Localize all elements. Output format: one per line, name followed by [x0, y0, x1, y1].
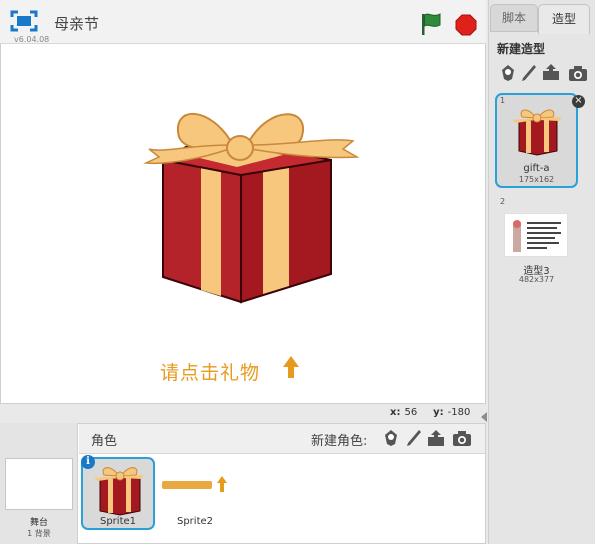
- new-costume-label: 新建造型: [497, 42, 546, 56]
- new-sprite-label: 新建角色:: [311, 434, 368, 449]
- costume2-thumbnail: [513, 220, 561, 252]
- info-icon[interactable]: i: [81, 455, 95, 469]
- stop-icon[interactable]: [455, 14, 477, 36]
- gift-sprite-image[interactable]: [1, 45, 485, 403]
- sprite2-thumbnail: [162, 476, 227, 492]
- sprite1-thumbnail: [94, 467, 144, 516]
- camera-icon[interactable]: [452, 430, 472, 448]
- costume1-name: gift-a: [523, 163, 550, 174]
- backdrop-count: 1 背景: [27, 529, 51, 538]
- paint-costume-icon[interactable]: [519, 64, 539, 82]
- sprite2-name: Sprite2: [176, 516, 214, 527]
- sprite1-name: Sprite1: [99, 516, 137, 527]
- costume1-thumbnail: [512, 109, 562, 156]
- choose-costume-from-library-icon[interactable]: [498, 64, 518, 82]
- delete-icon[interactable]: ×: [572, 95, 585, 108]
- costume1-size: 175x162: [518, 175, 555, 184]
- stage-canvas[interactable]: [1, 45, 485, 403]
- upload-icon[interactable]: [426, 429, 446, 447]
- costume-tile-costume3[interactable]: [504, 213, 568, 257]
- sprites-label: 角色: [91, 434, 118, 449]
- y-label: y:: [433, 407, 444, 418]
- y-value: -180: [447, 407, 471, 418]
- collapse-stage-icon[interactable]: [480, 408, 488, 422]
- choose-from-library-icon[interactable]: [381, 429, 401, 447]
- green-flag-icon[interactable]: [420, 12, 442, 36]
- stage-label: 舞台: [29, 518, 48, 528]
- costume2-size: 482x377: [518, 275, 555, 284]
- project-title: 母亲节: [54, 15, 100, 33]
- up-arrow-icon: [280, 354, 302, 380]
- tab-scripts[interactable]: 脚本: [490, 4, 538, 32]
- paint-icon[interactable]: [404, 429, 424, 447]
- costume1-index: 1: [500, 96, 506, 105]
- x-label: x:: [390, 407, 401, 418]
- tab-costumes[interactable]: 造型: [538, 4, 590, 34]
- costume2-index: 2: [500, 197, 506, 206]
- upload-costume-icon[interactable]: [541, 63, 561, 81]
- x-value: 56: [404, 407, 418, 418]
- sprites-header: [79, 424, 485, 454]
- sprite-tile-sprite2[interactable]: [160, 472, 232, 498]
- version-label: v6.04.08: [14, 35, 50, 44]
- stage-thumbnail[interactable]: [5, 458, 73, 510]
- mouse-coordinates: x: 56 y: -180: [390, 407, 470, 418]
- hint-text: 请点击礼物: [160, 362, 261, 384]
- costume-camera-icon[interactable]: [568, 65, 588, 83]
- fullscreen-icon[interactable]: [10, 10, 38, 32]
